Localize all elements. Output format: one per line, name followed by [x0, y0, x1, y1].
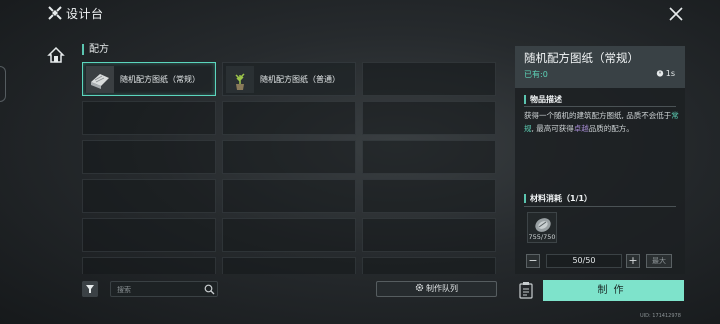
description-title: 物品描述	[524, 95, 562, 104]
search-field[interactable]	[110, 281, 218, 297]
material-count: 755/750	[528, 233, 556, 241]
empty-recipe-slot[interactable]	[222, 179, 356, 213]
search-input[interactable]	[117, 283, 197, 296]
recipe-grid: 随机配方图纸（常规） 随机配方图纸（普通）	[82, 62, 498, 274]
craft-time-value: 1s	[665, 69, 675, 78]
crossed-tools-icon	[48, 6, 62, 20]
top-bar: 设计台	[0, 0, 720, 28]
empty-recipe-slot[interactable]	[82, 140, 216, 174]
section-title: 配方	[82, 44, 109, 55]
craft-time: 1s	[656, 69, 675, 78]
empty-recipe-slot[interactable]	[222, 218, 356, 252]
craft-button[interactable]: 制作	[543, 280, 684, 301]
desc-text: , 最高可获得	[531, 123, 574, 133]
increase-button[interactable]: +	[626, 254, 640, 268]
recycle-bin-icon[interactable]	[517, 281, 535, 300]
recipe-slot[interactable]: 随机配方图纸（普通）	[222, 62, 356, 96]
craft-queue-label: 制作队列	[426, 284, 458, 293]
item-name: 随机配方图纸（常规）	[524, 51, 639, 65]
metal-ore-icon	[535, 218, 551, 232]
material-slot[interactable]: 755/750	[527, 212, 557, 243]
potted-plant-icon	[226, 66, 254, 93]
funnel-icon[interactable]	[82, 281, 98, 297]
empty-recipe-slot[interactable]	[362, 218, 496, 252]
quantity-field[interactable]: 50/50	[546, 254, 622, 268]
close-icon[interactable]	[666, 4, 686, 24]
divider	[524, 206, 676, 207]
app-title: 设计台	[66, 7, 104, 21]
desc-text: 获得一个随机的建筑配方图纸, 品质不会低于	[524, 111, 672, 120]
blueprint-icon	[86, 66, 114, 93]
empty-recipe-slot[interactable]	[222, 101, 356, 135]
empty-recipe-slot[interactable]	[362, 179, 496, 213]
empty-recipe-slot[interactable]	[362, 257, 496, 274]
quantity-stepper: − 50/50 + 最大	[526, 254, 676, 269]
empty-recipe-slot[interactable]	[222, 257, 356, 274]
materials-title: 材料消耗（1/1）	[524, 194, 592, 203]
empty-recipe-slot[interactable]	[362, 140, 496, 174]
decrease-button[interactable]: −	[526, 254, 540, 268]
house-icon[interactable]	[47, 46, 65, 64]
craft-queue-button[interactable]: 制作队列	[376, 281, 497, 297]
max-button[interactable]: 最大	[646, 254, 672, 268]
side-drawer-handle[interactable]	[0, 66, 6, 102]
desc-text: 品质的配方。	[588, 123, 634, 133]
item-description: 获得一个随机的建筑配方图纸, 品质不会低于常规, 最高可获得卓越品质的配方。	[524, 110, 682, 135]
empty-recipe-slot[interactable]	[222, 140, 356, 174]
empty-recipe-slot[interactable]	[362, 101, 496, 135]
recipe-label: 随机配方图纸（常规）	[120, 75, 200, 84]
owned-count: 已有:0	[524, 70, 548, 79]
stopwatch-icon	[656, 70, 663, 77]
empty-recipe-slot[interactable]	[82, 257, 216, 274]
item-detail-panel: 随机配方图纸（常规） 已有:0 1s 物品描述 获得一个随机的建筑配方图纸, 品…	[515, 46, 685, 274]
empty-recipe-slot[interactable]	[82, 101, 216, 135]
gear-icon	[415, 283, 424, 292]
desc-quality-excellent: 卓越	[573, 123, 589, 133]
user-id: UID: 171412978	[640, 313, 681, 319]
empty-recipe-slot[interactable]	[82, 218, 216, 252]
magnifier-icon[interactable]	[204, 284, 215, 295]
recipe-slot[interactable]: 随机配方图纸（常规）	[82, 62, 216, 96]
empty-recipe-slot[interactable]	[82, 179, 216, 213]
divider	[524, 106, 676, 107]
recipe-label: 随机配方图纸（普通）	[260, 75, 340, 84]
empty-recipe-slot[interactable]	[362, 62, 496, 96]
item-detail-header: 随机配方图纸（常规） 已有:0 1s	[515, 46, 685, 88]
